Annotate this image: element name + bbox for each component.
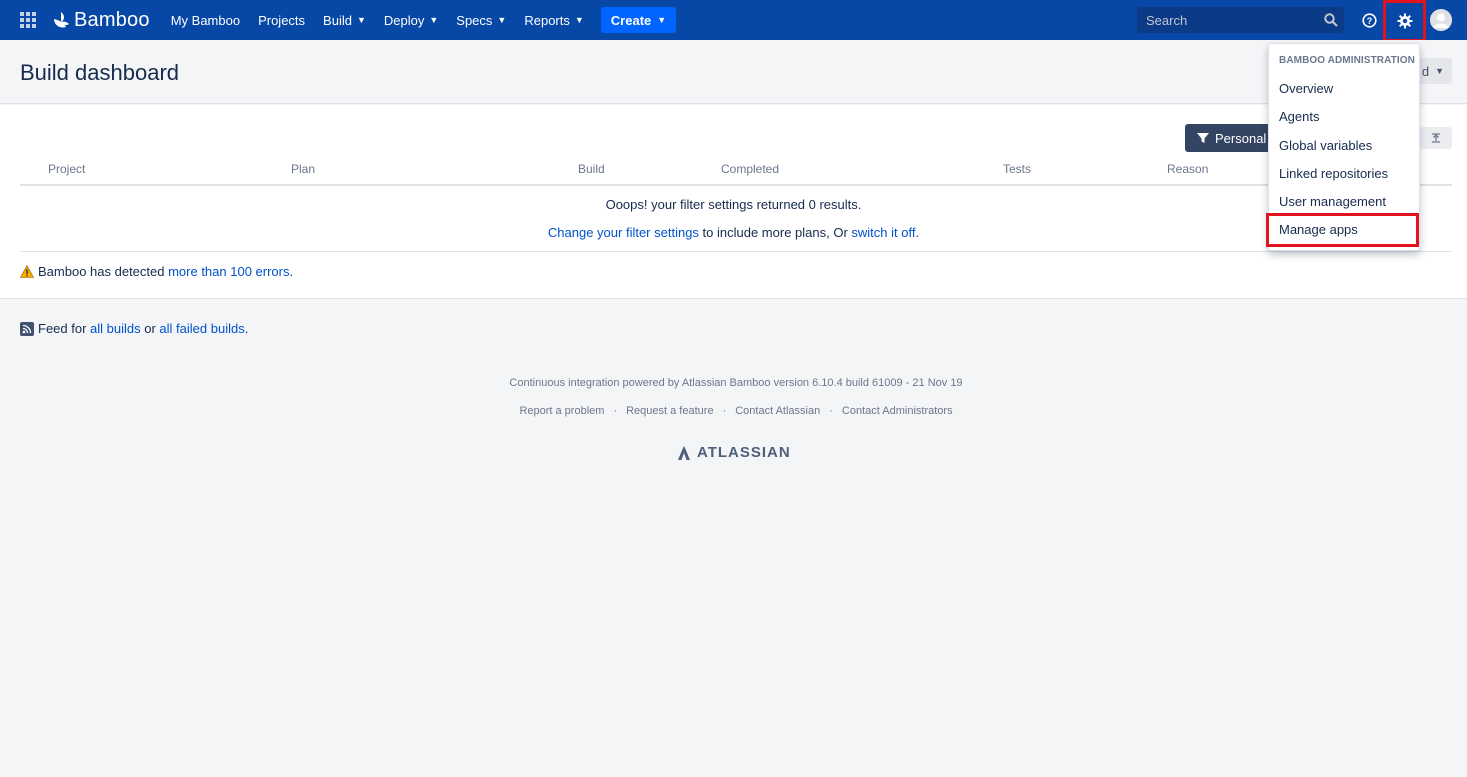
create-button[interactable]: Create ▼ (600, 7, 677, 33)
dropdown-label: d (1421, 63, 1430, 79)
rss-icon[interactable] (20, 321, 34, 336)
feed-prefix: Feed for (38, 321, 91, 336)
separator: · (722, 405, 727, 417)
errors-link[interactable]: more than 100 errors (168, 264, 289, 279)
chevron-down-icon: ▼ (1435, 66, 1444, 76)
column-header-completed[interactable]: Completed (721, 162, 779, 176)
chevron-down-icon: ▼ (356, 15, 366, 25)
filter-icon (1197, 133, 1209, 143)
gear-icon (1397, 13, 1412, 29)
svg-text:?: ? (1366, 16, 1372, 26)
search-icon[interactable] (1318, 13, 1344, 27)
table-header: Project Plan Build Completed Tests Reaso… (20, 157, 1452, 186)
nav-label: My Bamboo (170, 12, 241, 28)
nav-my-bamboo[interactable]: My Bamboo (162, 0, 249, 40)
search-placeholder: Search (1146, 12, 1188, 28)
nav-specs[interactable]: Specs ▼ (447, 0, 515, 40)
contact-administrators-link[interactable]: Contact Administrators (842, 405, 953, 417)
footer-links: Report a problem · Request a feature · Conta… (0, 405, 1467, 417)
nav-reports[interactable]: Reports ▼ (515, 0, 592, 40)
menu-item-linked-repositories[interactable]: Linked repositories (1279, 166, 1388, 181)
separator: · (613, 405, 618, 417)
feed-suffix: . (244, 321, 249, 336)
filter-label: Personal f (1215, 130, 1274, 146)
nav-label: Reports (524, 12, 570, 28)
error-notice: Bamboo has detected more than 100 errors… (20, 264, 293, 279)
expand-icon (1432, 133, 1440, 143)
separator: · (829, 405, 833, 417)
nav-label: Projects (258, 12, 306, 28)
request-feature-link[interactable]: Request a feature (626, 405, 713, 417)
admin-settings-button[interactable] (1383, 0, 1426, 42)
page-title: Build dashboard (20, 60, 180, 85)
filter-hint: Change your filter settings to include m… (0, 225, 1467, 240)
atlassian-wordmark: ATLASSIAN (697, 444, 791, 461)
error-prefix: Bamboo has detected (38, 264, 169, 279)
nav-label: Deploy (383, 12, 425, 28)
warning-icon (20, 265, 34, 278)
column-header-tests[interactable]: Tests (1003, 162, 1031, 176)
report-problem-link[interactable]: Report a problem (519, 405, 604, 417)
manage-apps-highlight (1266, 213, 1419, 247)
feed-middle: or (140, 321, 160, 336)
chevron-down-icon: ▼ (657, 15, 667, 25)
failed-builds-link[interactable]: all failed builds (159, 321, 244, 336)
nav-label: Specs (456, 12, 493, 28)
build-list-panel: Personal f Project Plan Build Completed … (0, 105, 1467, 299)
logo-text: Bamboo (74, 8, 150, 31)
hint-suffix: . (915, 225, 920, 240)
search-input[interactable]: Search (1137, 7, 1344, 33)
bamboo-logo[interactable]: Bamboo (52, 9, 150, 32)
user-avatar[interactable] (1430, 9, 1452, 31)
empty-results-message: Ooops! your filter settings returned 0 r… (605, 197, 862, 212)
hint-text: to include more plans, Or (698, 225, 852, 240)
column-header-project[interactable]: Project (48, 162, 85, 176)
create-label: Create (610, 12, 652, 28)
help-icon[interactable]: ? (1358, 9, 1380, 31)
column-header-build[interactable]: Build (578, 162, 605, 176)
change-filter-link[interactable]: Change your filter settings (548, 225, 699, 240)
feed-line: Feed for all builds or all failed builds… (20, 321, 248, 336)
bamboo-logo-icon (54, 12, 69, 28)
menu-heading: BAMBOO ADMINISTRATION (1279, 55, 1415, 66)
contact-atlassian-link[interactable]: Contact Atlassian (735, 405, 820, 417)
menu-item-global-variables[interactable]: Global variables (1279, 138, 1372, 153)
nav-label: Build (323, 12, 352, 28)
switch-off-link[interactable]: switch it off (851, 225, 915, 240)
nav-build[interactable]: Build ▼ (314, 0, 375, 40)
nav-projects[interactable]: Projects (249, 0, 314, 40)
footer-powered-by: Continuous integration powered by Atlass… (509, 377, 963, 389)
divider (20, 251, 1452, 252)
atlassian-logo[interactable]: ATLASSIAN (676, 444, 791, 461)
menu-item-agents[interactable]: Agents (1279, 109, 1319, 124)
page-header: Build dashboard (0, 40, 1467, 104)
menu-item-overview[interactable]: Overview (1279, 81, 1333, 96)
app-switcher-icon[interactable] (8, 0, 48, 40)
expand-collapse-button[interactable] (1420, 127, 1452, 149)
column-header-plan[interactable]: Plan (291, 162, 315, 176)
all-builds-link[interactable]: all builds (90, 321, 141, 336)
chevron-down-icon: ▼ (574, 15, 584, 25)
error-suffix: . (289, 264, 294, 279)
nav-deploy[interactable]: Deploy ▼ (375, 0, 447, 40)
chevron-down-icon: ▼ (429, 15, 439, 25)
atlassian-logo-icon (678, 445, 690, 460)
menu-item-user-management[interactable]: User management (1279, 194, 1386, 209)
column-header-reason[interactable]: Reason (1167, 162, 1208, 176)
chevron-down-icon: ▼ (497, 15, 507, 25)
